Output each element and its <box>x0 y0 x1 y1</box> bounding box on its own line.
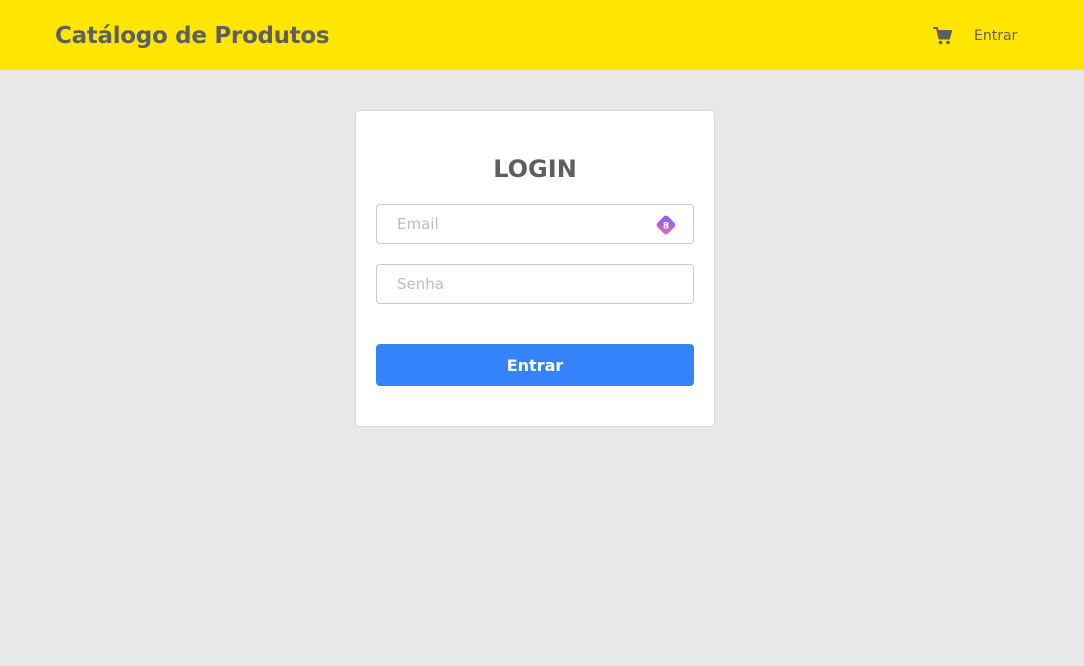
autofill-badge-label: 8 <box>663 222 669 232</box>
email-field[interactable] <box>376 204 694 244</box>
nav-login-link[interactable]: Entrar <box>974 26 1017 46</box>
password-field[interactable] <box>376 264 694 304</box>
brand-title[interactable]: Catálogo de Produtos <box>55 20 330 52</box>
login-submit-button[interactable]: Entrar <box>376 344 694 386</box>
shopping-cart-icon[interactable] <box>933 26 953 46</box>
navbar: Catálogo de Produtos Entrar <box>0 0 1084 70</box>
password-manager-icon[interactable]: 8 <box>654 213 678 237</box>
login-card: LOGIN 8 Entrar <box>355 110 715 427</box>
login-title: LOGIN <box>493 155 577 183</box>
